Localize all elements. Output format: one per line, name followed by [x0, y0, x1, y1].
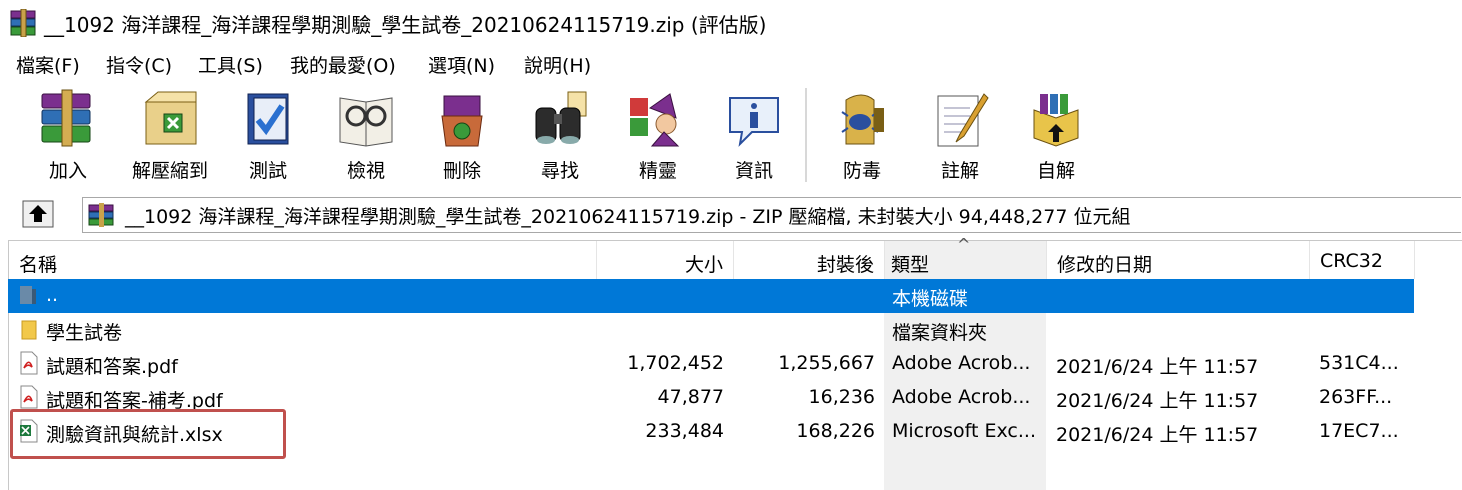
file-size: 1,702,452 [627, 352, 724, 374]
file-type: Microsoft Exc... [892, 420, 1036, 442]
archive-path-text: __1092 海洋課程_海洋課程學期測驗_學生試卷_20210624115719… [125, 206, 1131, 228]
file-name: 學生試卷 [46, 322, 123, 344]
info-label: 資訊 [734, 160, 773, 182]
comment-label: 註解 [940, 160, 979, 182]
column-name-label: 名稱 [19, 254, 58, 276]
column-type-label: 類型 [891, 254, 930, 276]
column-modified-label: 修改的日期 [1057, 254, 1153, 276]
menu-options[interactable]: 選項(N) [428, 51, 495, 78]
column-packed-label: 封裝後 [816, 254, 874, 276]
title-bar: __1092 海洋課程_海洋課程學期測驗_學生試卷_20210624115719… [0, 0, 1462, 46]
column-divider[interactable] [1414, 241, 1415, 279]
annotation-highlight-box [10, 409, 286, 459]
wizard-label: 精靈 [638, 160, 677, 182]
view-icon [339, 97, 393, 147]
menu-help[interactable]: 說明(H) [524, 51, 591, 78]
info-button[interactable]: 資訊 [706, 82, 802, 186]
file-packed: 16,236 [808, 386, 875, 408]
info-icon [729, 97, 779, 147]
antivirus-label: 防毒 [842, 160, 881, 182]
file-crc: 17EC7... [1319, 420, 1399, 442]
view-label: 檢視 [346, 160, 385, 182]
test-label: 測試 [248, 160, 287, 182]
pdf-file-icon [20, 385, 38, 409]
winrar-books-icon [10, 9, 36, 37]
file-type: Adobe Acrob... [892, 352, 1031, 374]
column-header-crc[interactable]: CRC32 [1310, 241, 1414, 279]
column-header-type[interactable]: 類型 ^ [885, 235, 1046, 279]
file-type: 本機磁碟 [892, 288, 969, 310]
list-row-parent[interactable]: .. 本機磁碟 [8, 279, 1414, 313]
wizard-icon [630, 93, 680, 147]
file-crc: 263FF... [1319, 386, 1393, 408]
wizard-button[interactable]: 精靈 [610, 82, 706, 186]
file-size: 47,877 [657, 386, 724, 408]
find-button[interactable]: 尋找 [512, 82, 608, 186]
menu-tools[interactable]: 工具(S) [198, 51, 263, 78]
list-row-pdf[interactable]: 試題和答案.pdf 1,702,452 1,255,667 Adobe Acro… [8, 347, 1414, 381]
file-type: Adobe Acrob... [892, 386, 1031, 408]
delete-icon [441, 95, 483, 147]
parent-folder-icon [20, 286, 36, 304]
test-icon [247, 93, 289, 145]
antivirus-icon [841, 94, 884, 145]
winrar-archive-icon [88, 203, 114, 227]
menu-commands[interactable]: 指令(C) [106, 51, 172, 78]
find-label: 尋找 [540, 160, 579, 182]
file-crc: 531C4... [1319, 352, 1399, 374]
delete-label: 刪除 [442, 160, 481, 182]
file-name: .. [46, 284, 59, 306]
delete-button[interactable]: 刪除 [414, 82, 510, 186]
comment-icon [937, 93, 989, 147]
column-header-name[interactable]: 名稱 [9, 241, 596, 279]
file-size: 233,484 [645, 420, 724, 442]
extract-to-label: 解壓縮到 [131, 160, 208, 182]
sfx-label: 自解 [1036, 160, 1075, 182]
find-icon [535, 91, 587, 144]
pdf-file-icon [20, 351, 38, 375]
file-type: 檔案資料夾 [892, 322, 988, 344]
up-one-level-icon[interactable] [22, 200, 54, 228]
antivirus-button[interactable]: 防毒 [814, 82, 910, 186]
file-name: 試題和答案.pdf [46, 356, 178, 378]
sfx-button[interactable]: 自解 [1008, 82, 1104, 186]
extract-to-button[interactable]: 解壓縮到 [122, 82, 218, 186]
column-crc-label: CRC32 [1320, 250, 1383, 272]
address-bar: __1092 海洋課程_海洋課程學期測驗_學生試卷_20210624115719… [0, 194, 1462, 236]
file-modified: 2021/6/24 上午 11:57 [1056, 390, 1259, 412]
file-packed: 168,226 [796, 420, 875, 442]
add-archive-icon [41, 89, 91, 147]
file-modified: 2021/6/24 上午 11:57 [1056, 424, 1259, 446]
file-modified: 2021/6/24 上午 11:57 [1056, 356, 1259, 378]
list-row-folder[interactable]: 學生試卷 檔案資料夾 [8, 313, 1414, 347]
toolbar-separator [805, 88, 808, 182]
sort-ascending-icon: ^ [957, 235, 971, 254]
comment-button[interactable]: 註解 [912, 82, 1008, 186]
test-button[interactable]: 測試 [220, 82, 316, 186]
column-header-modified[interactable]: 修改的日期 [1047, 241, 1309, 279]
column-header-packed[interactable]: 封裝後 [734, 241, 884, 279]
menu-favorites[interactable]: 我的最愛(O) [290, 51, 396, 78]
file-packed: 1,255,667 [778, 352, 875, 374]
toolbar: 加入 解壓縮到 測試 檢視 刪除 尋找 精靈 資訊 防毒 註解 自解 [0, 82, 1462, 188]
add-label: 加入 [48, 160, 87, 182]
menu-bar: 檔案(F) 指令(C) 工具(S) 我的最愛(O) 選項(N) 說明(H) [0, 46, 1462, 80]
window-title: __1092 海洋課程_海洋課程學期測驗_學生試卷_20210624115719… [44, 13, 767, 37]
archive-path-field[interactable]: __1092 海洋課程_海洋課程學期測驗_學生試卷_20210624115719… [82, 197, 1461, 233]
extract-to-icon [144, 91, 197, 145]
menu-file[interactable]: 檔案(F) [16, 51, 80, 78]
column-header-size[interactable]: 大小 [597, 241, 733, 279]
column-size-label: 大小 [684, 254, 723, 276]
sfx-icon [1033, 94, 1079, 147]
view-button[interactable]: 檢視 [318, 82, 414, 186]
add-button[interactable]: 加入 [20, 82, 116, 186]
folder-icon [21, 320, 37, 340]
